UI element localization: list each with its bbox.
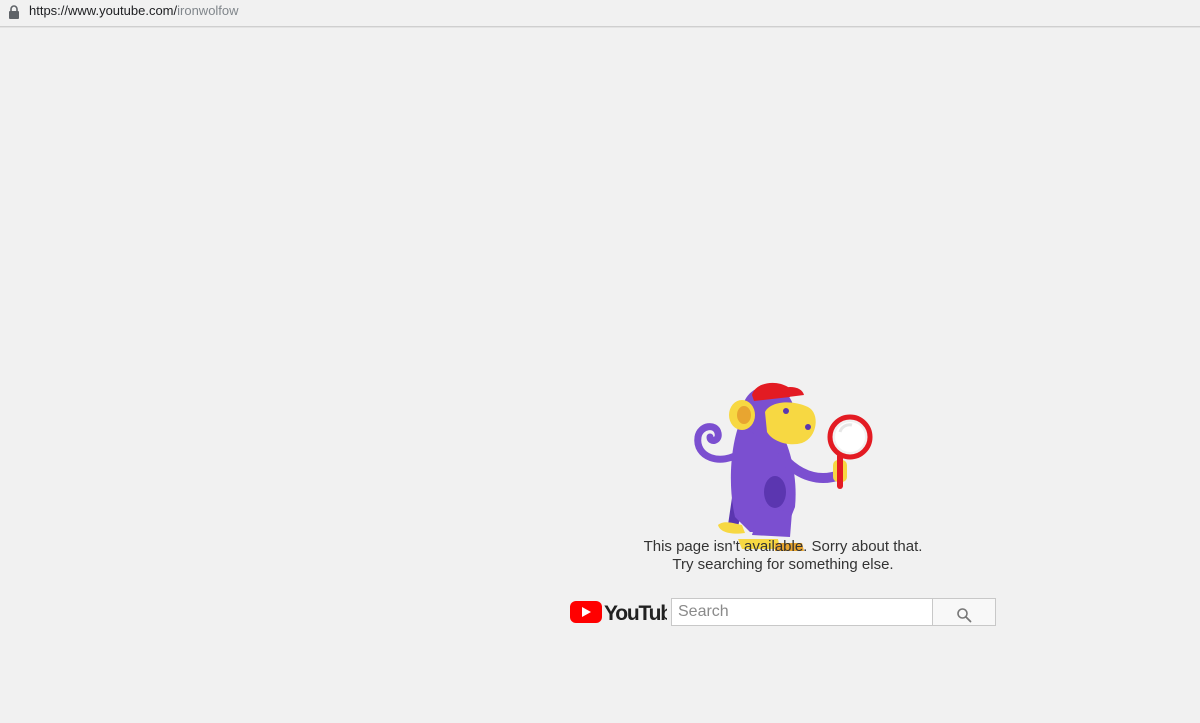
error-line-1: This page isn't available. Sorry about t… bbox=[643, 538, 923, 555]
url-path: ironwolfow bbox=[177, 3, 239, 18]
url-text[interactable]: https://www.youtube.com/ironwolfow bbox=[29, 2, 239, 20]
youtube-logo-text: YouTube bbox=[604, 602, 667, 624]
lock-icon bbox=[9, 5, 19, 19]
monkey-with-magnifier-icon bbox=[694, 382, 873, 551]
search-icon bbox=[957, 608, 972, 623]
address-bar[interactable]: https://www.youtube.com/ironwolfow bbox=[0, 0, 1200, 27]
error-message: This page isn't available. Sorry about t… bbox=[583, 538, 983, 574]
page-content: This page isn't available. Sorry about t… bbox=[0, 27, 1200, 723]
search-button[interactable] bbox=[932, 598, 996, 626]
url-prefix: https://www.youtube.com/ bbox=[29, 3, 178, 18]
search-input[interactable] bbox=[671, 598, 938, 626]
error-line-2: Try searching for something else. bbox=[672, 556, 894, 573]
youtube-logo[interactable]: YouTube bbox=[569, 600, 667, 624]
